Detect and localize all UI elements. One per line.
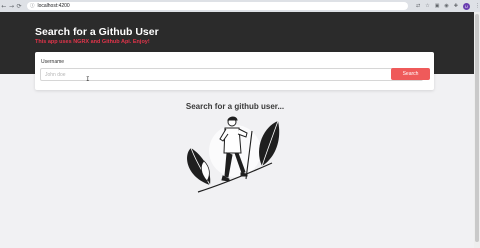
url-text: localhost:4200: [37, 3, 70, 9]
page-subtitle: This app uses NGRX and Github Api. Enjoy…: [35, 39, 150, 45]
forward-icon[interactable]: →: [8, 3, 16, 10]
text-cursor-icon: I: [86, 76, 90, 83]
extension-icon[interactable]: ▣: [435, 3, 440, 9]
empty-state-title: Search for a github user...: [185, 102, 285, 111]
right-leaf-icon: [259, 121, 280, 166]
hiker-illustration: [187, 116, 280, 193]
username-label: Username: [41, 59, 65, 65]
translate-icon[interactable]: ⇄: [416, 3, 420, 9]
username-input[interactable]: [40, 68, 423, 81]
info-icon[interactable]: ⓘ: [30, 3, 35, 9]
search-card: Username I Search: [35, 52, 434, 90]
star-icon[interactable]: ☆: [425, 3, 429, 9]
page-title: Search for a Github User: [35, 26, 159, 38]
browser-toolbar: ← → ⟳ ⓘ localhost:4200 ⇄ ☆ ▣ ◉ ✚ U ⋮: [0, 0, 480, 12]
avatar[interactable]: U: [463, 2, 470, 10]
address-bar[interactable]: ⓘ localhost:4200: [26, 2, 408, 10]
extension-icons: ⇄ ☆ ▣ ◉ ✚ U ⋮: [416, 2, 480, 10]
extension-icon-2[interactable]: ◉: [444, 3, 448, 9]
menu-icon[interactable]: ⋮: [475, 3, 480, 9]
puzzle-icon[interactable]: ✚: [454, 3, 458, 9]
back-icon[interactable]: ←: [0, 3, 8, 10]
reload-icon[interactable]: ⟳: [15, 3, 23, 10]
scrollbar-thumb[interactable]: [475, 14, 479, 242]
search-button[interactable]: Search: [391, 68, 430, 80]
